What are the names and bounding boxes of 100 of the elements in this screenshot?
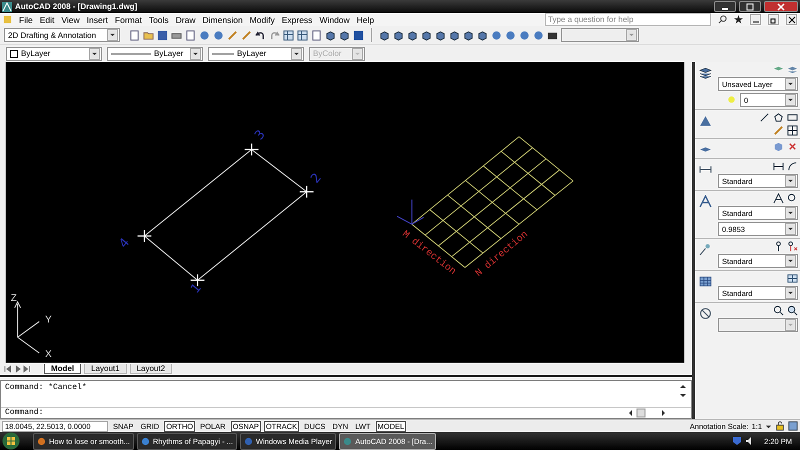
caret-icon: [352, 48, 363, 60]
menu-item[interactable]: Edit: [40, 14, 54, 24]
ucs-icon: [14, 300, 40, 354]
vertex-marker: [299, 185, 314, 198]
axis-label: Z: [10, 292, 17, 304]
close-button[interactable]: [786, 14, 797, 25]
sphere-icon[interactable]: [505, 30, 516, 40]
table-icon[interactable]: [699, 275, 712, 288]
search-icon[interactable]: [718, 15, 727, 24]
cube-icon[interactable]: [435, 30, 446, 40]
cross-icon[interactable]: [787, 141, 798, 152]
leader-icon[interactable]: [773, 241, 784, 252]
leader-icon[interactable]: [699, 243, 712, 256]
caret-icon[interactable]: [765, 422, 772, 430]
menu-item[interactable]: File: [19, 14, 33, 24]
scroll-arrows-icon[interactable]: [679, 382, 687, 399]
table-icon[interactable]: [787, 273, 798, 284]
help-icon[interactable]: [353, 30, 364, 40]
help-search-field[interactable]: Type a question for help: [545, 13, 711, 26]
menu-item[interactable]: Draw: [176, 14, 196, 24]
caret-icon: [785, 223, 796, 235]
rectangle-icon[interactable]: [787, 112, 798, 123]
dimension-icon[interactable]: [773, 161, 784, 172]
cube-icon[interactable]: [463, 30, 474, 40]
menu-item[interactable]: Modify: [250, 14, 275, 24]
caret-icon: [785, 78, 796, 90]
restore-button[interactable]: [768, 14, 779, 25]
leader-icon[interactable]: [787, 241, 798, 252]
arc-icon[interactable]: [787, 161, 798, 172]
cube-icon[interactable]: [449, 30, 460, 40]
cube-icon[interactable]: [393, 30, 404, 40]
menu-item[interactable]: Help: [356, 14, 374, 24]
minimize-button[interactable]: [750, 14, 761, 25]
text-style-icon[interactable]: [773, 193, 784, 204]
workspace-dropdown[interactable]: 2D Drafting & Annotation: [4, 28, 120, 42]
property-dropdown[interactable]: ByLayer: [6, 46, 102, 60]
line-icon[interactable]: [759, 112, 770, 123]
caret-icon: [291, 48, 302, 60]
minimize-button[interactable]: [714, 1, 736, 12]
cube-icon[interactable]: [325, 30, 336, 40]
cube-icon[interactable]: [477, 30, 488, 40]
layout-tab[interactable]: Model: [44, 364, 82, 374]
layout-tab[interactable]: Layout2: [130, 364, 172, 374]
line-sample-icon: [212, 52, 234, 56]
undo-icon[interactable]: [255, 30, 266, 40]
command-prompt[interactable]: Command:: [5, 408, 44, 418]
caret-icon: [626, 29, 637, 41]
sphere-icon[interactable]: [491, 30, 502, 40]
caret-icon: [785, 175, 796, 187]
app-icon: [37, 436, 46, 446]
menu-item[interactable]: Tools: [148, 14, 169, 24]
maximize-button[interactable]: [739, 1, 761, 12]
app-icon: [140, 436, 150, 446]
folder-icon[interactable]: [143, 30, 154, 40]
polygon-icon[interactable]: [773, 112, 784, 123]
start-button[interactable]: [2, 432, 20, 450]
cube-icon[interactable]: [421, 30, 432, 40]
caret-icon: [785, 319, 796, 331]
caret-icon: [107, 29, 118, 41]
caret-icon: [785, 255, 796, 267]
menu-item[interactable]: Insert: [86, 14, 108, 24]
sphere-icon[interactable]: [519, 30, 530, 40]
axis-label: X: [45, 348, 52, 360]
pencil-icon[interactable]: [227, 30, 238, 40]
cube-icon[interactable]: [379, 30, 390, 40]
caret-icon: [785, 94, 796, 106]
sphere-icon[interactable]: [199, 30, 210, 40]
cube-icon[interactable]: [407, 30, 418, 40]
window-icon[interactable]: [788, 421, 798, 431]
property-dropdown[interactable]: ByLayer: [107, 46, 203, 60]
point-label: 2: [308, 170, 325, 186]
doc-icon[interactable]: [129, 30, 140, 40]
document-icon: [3, 15, 12, 24]
lock-icon[interactable]: [775, 421, 785, 431]
grid-icon[interactable]: [787, 125, 798, 136]
cube-icon[interactable]: [339, 30, 350, 40]
point-label: 1: [188, 280, 205, 297]
grid-icon[interactable]: [283, 30, 294, 40]
command-history-line: Command: *Cancel*: [5, 382, 87, 392]
sphere-icon[interactable]: [213, 30, 224, 40]
shield-icon[interactable]: [732, 436, 742, 446]
menu-item[interactable]: Dimension: [202, 14, 243, 24]
point-label: 3: [252, 127, 269, 144]
maximize-icon: [745, 2, 755, 10]
layout-tab[interactable]: Layout1: [84, 364, 127, 374]
menu-item[interactable]: Express: [282, 14, 312, 24]
property-dropdown[interactable]: ByLayer: [208, 46, 304, 60]
doc-icon[interactable]: [185, 30, 196, 40]
close-icon: [776, 2, 786, 10]
menu-item[interactable]: Window: [319, 14, 350, 24]
restore-icon: [770, 16, 778, 24]
sphere-icon[interactable]: [533, 30, 544, 40]
doc-icon[interactable]: [311, 30, 322, 40]
grid-icon[interactable]: [297, 30, 308, 40]
vertex-marker: [244, 143, 260, 156]
horizontal-scrollbar-icon[interactable]: [627, 408, 667, 418]
star-icon[interactable]: [734, 15, 743, 24]
axis-label: Y: [45, 314, 52, 326]
menu-item[interactable]: View: [61, 14, 80, 24]
menu-item[interactable]: Format: [114, 14, 142, 24]
